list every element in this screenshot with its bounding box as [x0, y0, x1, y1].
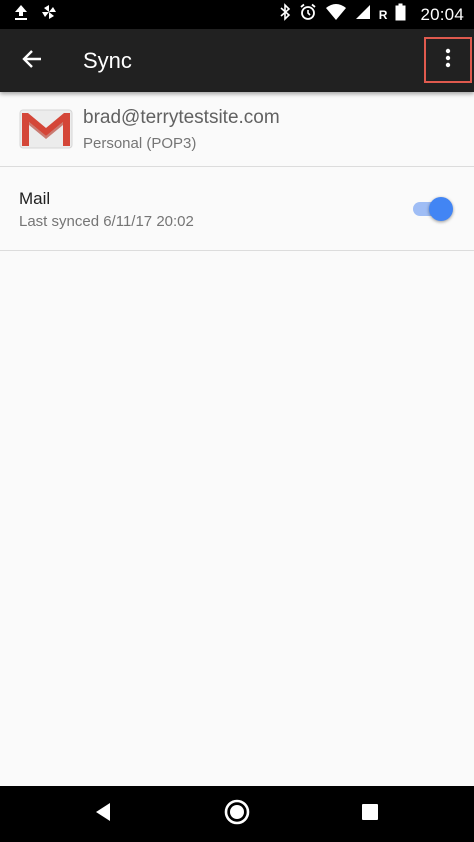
app-bar: Sync: [0, 29, 474, 92]
roaming-label: R: [378, 7, 388, 22]
status-right-icons: R 20:04: [279, 3, 464, 26]
account-email: brad@terrytestsite.com: [83, 107, 280, 128]
account-type: Personal (POP3): [83, 135, 197, 152]
nav-home-button[interactable]: [207, 786, 267, 842]
sync-item-mail[interactable]: Mail Last synced 6/11/17 20:02: [0, 167, 474, 251]
bluetooth-icon: [279, 3, 291, 26]
nav-back-button[interactable]: [73, 786, 133, 842]
back-button[interactable]: [12, 41, 52, 81]
gmail-logo-icon: [19, 109, 73, 149]
nav-recents-icon: [361, 803, 379, 826]
back-arrow-icon: [21, 48, 43, 75]
nav-recents-button[interactable]: [340, 786, 400, 842]
pinwheel-icon: [40, 3, 58, 26]
wifi-icon: [325, 3, 347, 26]
upload-icon: [12, 3, 30, 26]
more-vert-icon: [445, 48, 451, 73]
status-bar: R 20:04: [0, 0, 474, 29]
mail-sync-toggle[interactable]: [413, 197, 453, 221]
nav-back-icon: [94, 802, 112, 827]
status-left-icons: [12, 4, 58, 25]
page-title: Sync: [83, 48, 132, 73]
more-options-button[interactable]: [424, 37, 472, 83]
nav-home-icon: [223, 798, 251, 831]
battery-icon: [395, 3, 406, 26]
sync-item-title: Mail: [19, 189, 51, 208]
status-clock: 20:04: [420, 4, 464, 24]
signal-icon: [355, 3, 371, 26]
sync-item-last-synced: Last synced 6/11/17 20:02: [19, 213, 194, 230]
alarm-icon: [299, 3, 317, 26]
toggle-thumb: [429, 197, 453, 221]
navigation-bar: [0, 786, 474, 842]
account-header: brad@terrytestsite.com Personal (POP3): [0, 92, 474, 167]
